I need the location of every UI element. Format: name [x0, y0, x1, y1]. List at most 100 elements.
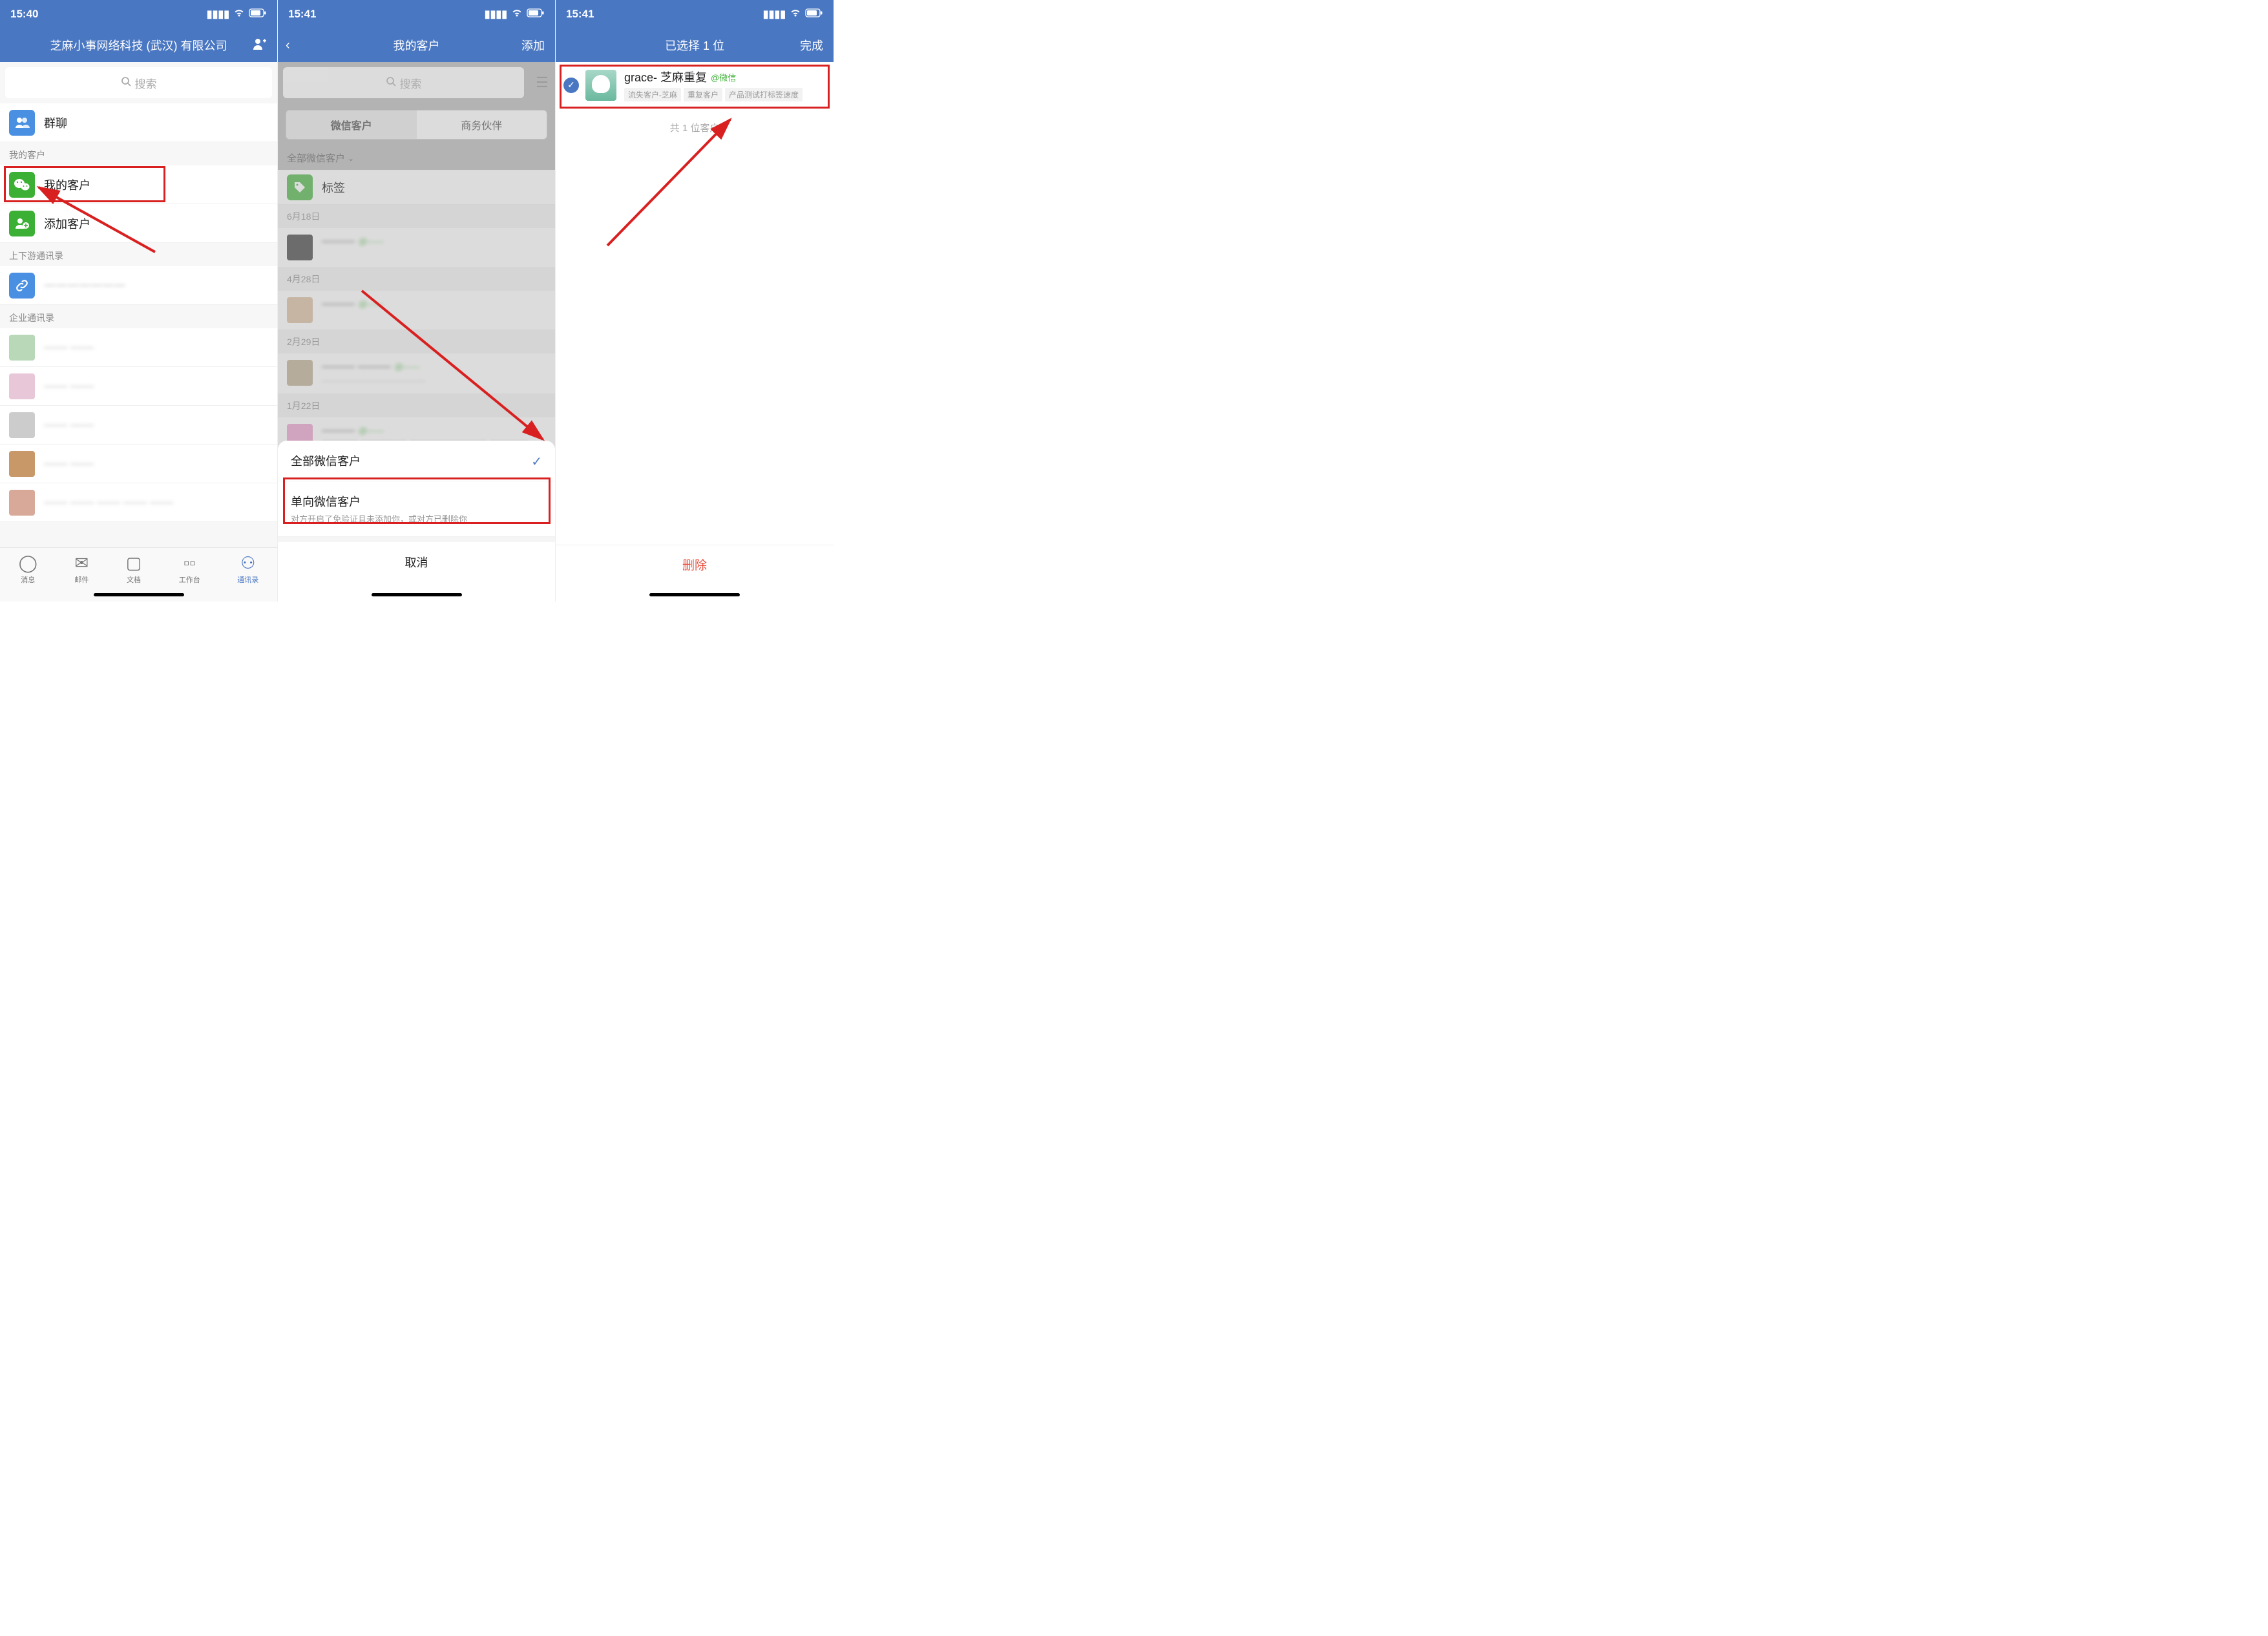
home-indicator[interactable]	[94, 593, 184, 596]
avatar	[287, 360, 313, 386]
sheet-item-label: 单向微信客户	[291, 493, 542, 510]
customer-row[interactable]: ——— ——— @—— ——————————	[278, 353, 555, 394]
add-contact-icon[interactable]	[253, 37, 267, 54]
avatar	[9, 451, 35, 477]
avatar	[9, 490, 35, 516]
add-button[interactable]: 添加	[521, 37, 545, 54]
contact-row[interactable]: —— ——	[0, 406, 277, 445]
tab-label: 邮件	[74, 574, 89, 585]
workbench-icon: ▫▫	[184, 553, 195, 573]
tag: 产品测试打标签速度	[725, 88, 803, 101]
search-placeholder: 搜索	[400, 75, 422, 91]
signal-icon: ▮▮▮▮	[763, 8, 786, 21]
sheet-cancel-button[interactable]: 取消	[278, 537, 555, 582]
status-bar: 15:41 ▮▮▮▮	[278, 0, 555, 28]
add-customer-icon	[9, 211, 35, 236]
home-indicator[interactable]	[372, 593, 462, 596]
nav-bar: 芝麻小事网络科技 (武汉) 有限公司	[0, 28, 277, 62]
add-customer-row[interactable]: 添加客户	[0, 204, 277, 243]
back-button[interactable]: ‹	[286, 38, 290, 53]
my-customers-label: 我的客户	[44, 176, 90, 193]
check-icon: ✓	[531, 454, 542, 470]
tab-label: 通讯录	[237, 574, 258, 585]
customer-count: 共 1 位客户	[556, 121, 834, 134]
add-customer-label: 添加客户	[44, 215, 90, 232]
my-customers-row[interactable]: 我的客户	[0, 165, 277, 204]
customer-tags: 流失客户-芝麻 重复客户 产品测试打标签速度	[624, 88, 826, 101]
seg-wechat[interactable]: 微信客户	[286, 110, 417, 139]
group-icon	[9, 110, 35, 136]
avatar	[9, 373, 35, 399]
sheet-item-sub: 对方开启了免验证且未添加你，或对方已删除你	[291, 512, 542, 525]
status-bar: 15:41 ▮▮▮▮	[556, 0, 834, 28]
selected-customer-row[interactable]: ✓ grace- 芝麻重复 @微信 流失客户-芝麻 重复客户 产品测试打标签速度	[556, 62, 834, 108]
wechat-icon	[9, 172, 35, 198]
nav-bar: ‹ 我的客户 添加	[278, 28, 555, 62]
tab-label: 文档	[127, 574, 141, 585]
group-chat-label: 群聊	[44, 114, 67, 131]
contact-row[interactable]: —— ——	[0, 367, 277, 406]
page-title: 芝麻小事网络科技 (武汉) 有限公司	[50, 37, 227, 54]
customer-row[interactable]: ——— @——	[278, 228, 555, 267]
search-icon	[121, 76, 131, 90]
contact-name: —— ——	[44, 341, 94, 354]
section-corp: 企业通讯录	[0, 305, 277, 328]
customer-name: grace- 芝麻重复	[624, 68, 707, 85]
tab-contacts[interactable]: ⚇通讯录	[237, 553, 258, 602]
tab-messages[interactable]: ◯消息	[19, 553, 37, 602]
status-icons: ▮▮▮▮	[485, 8, 545, 21]
tab-mail[interactable]: ✉邮件	[74, 553, 89, 602]
filter-dropdown[interactable]: 全部微信客户 ⌄	[278, 146, 555, 170]
page-title: 我的客户	[394, 37, 440, 54]
avatar	[9, 412, 35, 438]
delete-button[interactable]: 删除	[556, 545, 834, 583]
sheet-item-label: 全部微信客户	[291, 455, 361, 468]
phone-my-customers-screen: 15:41 ▮▮▮▮ ‹ 我的客户 添加 搜索 ☰ 微信客户	[278, 0, 556, 602]
signal-icon: ▮▮▮▮	[207, 8, 229, 21]
contact-row[interactable]: —— —— —— —— ——	[0, 483, 277, 522]
section-my-customers: 我的客户	[0, 142, 277, 165]
contact-row[interactable]: —— ——	[0, 328, 277, 367]
wifi-icon	[233, 8, 245, 21]
date-group: 1月22日	[278, 394, 555, 417]
date-group: 6月18日	[278, 205, 555, 228]
search-input[interactable]: 搜索	[283, 67, 524, 98]
link-icon	[9, 273, 35, 299]
battery-icon	[805, 8, 823, 21]
date-group: 4月28日	[278, 267, 555, 291]
sheet-oneway-customers[interactable]: 单向微信客户 对方开启了免验证且未添加你，或对方已删除你	[278, 481, 555, 537]
contact-name: —— ——	[44, 379, 94, 393]
menu-icon[interactable]: ☰	[529, 74, 555, 91]
section-upstream: 上下游通讯录	[0, 243, 277, 266]
sheet-all-customers[interactable]: 全部微信客户 ✓	[278, 441, 555, 481]
avatar	[585, 70, 616, 101]
search-placeholder: 搜索	[135, 75, 157, 91]
message-icon: ◯	[19, 553, 37, 573]
seg-business[interactable]: 商务伙伴	[417, 110, 547, 139]
contacts-icon: ⚇	[240, 553, 255, 573]
customer-name: ——— @——	[322, 297, 546, 310]
customer-name: ——— @——	[322, 235, 546, 247]
search-input[interactable]: 搜索	[5, 67, 272, 98]
done-button[interactable]: 完成	[800, 37, 823, 54]
tags-row[interactable]: 标签	[278, 170, 555, 205]
search-icon	[386, 76, 396, 90]
date-group: 2月29日	[278, 330, 555, 353]
customer-name: ——— ——— @——	[322, 360, 546, 373]
upstream-row[interactable]: 一一一一一一一	[0, 266, 277, 305]
checkbox-checked-icon[interactable]: ✓	[563, 78, 579, 93]
action-sheet: 全部微信客户 ✓ 单向微信客户 对方开启了免验证且未添加你，或对方已删除你 取消	[278, 441, 555, 602]
filter-label: 全部微信客户	[287, 151, 345, 165]
battery-icon	[527, 8, 545, 21]
contact-name: —— —— —— —— ——	[44, 496, 173, 509]
tab-label: 工作台	[179, 574, 200, 585]
tag-icon	[287, 174, 313, 200]
contact-name: —— ——	[44, 457, 94, 470]
contact-row[interactable]: —— ——	[0, 445, 277, 483]
home-indicator[interactable]	[649, 593, 740, 596]
customer-tags: ——————————	[322, 375, 546, 387]
group-chat-row[interactable]: 群聊	[0, 103, 277, 142]
customer-row[interactable]: ——— @——	[278, 291, 555, 330]
nav-bar: 已选择 1 位 完成	[556, 28, 834, 62]
status-bar: 15:40 ▮▮▮▮	[0, 0, 277, 28]
